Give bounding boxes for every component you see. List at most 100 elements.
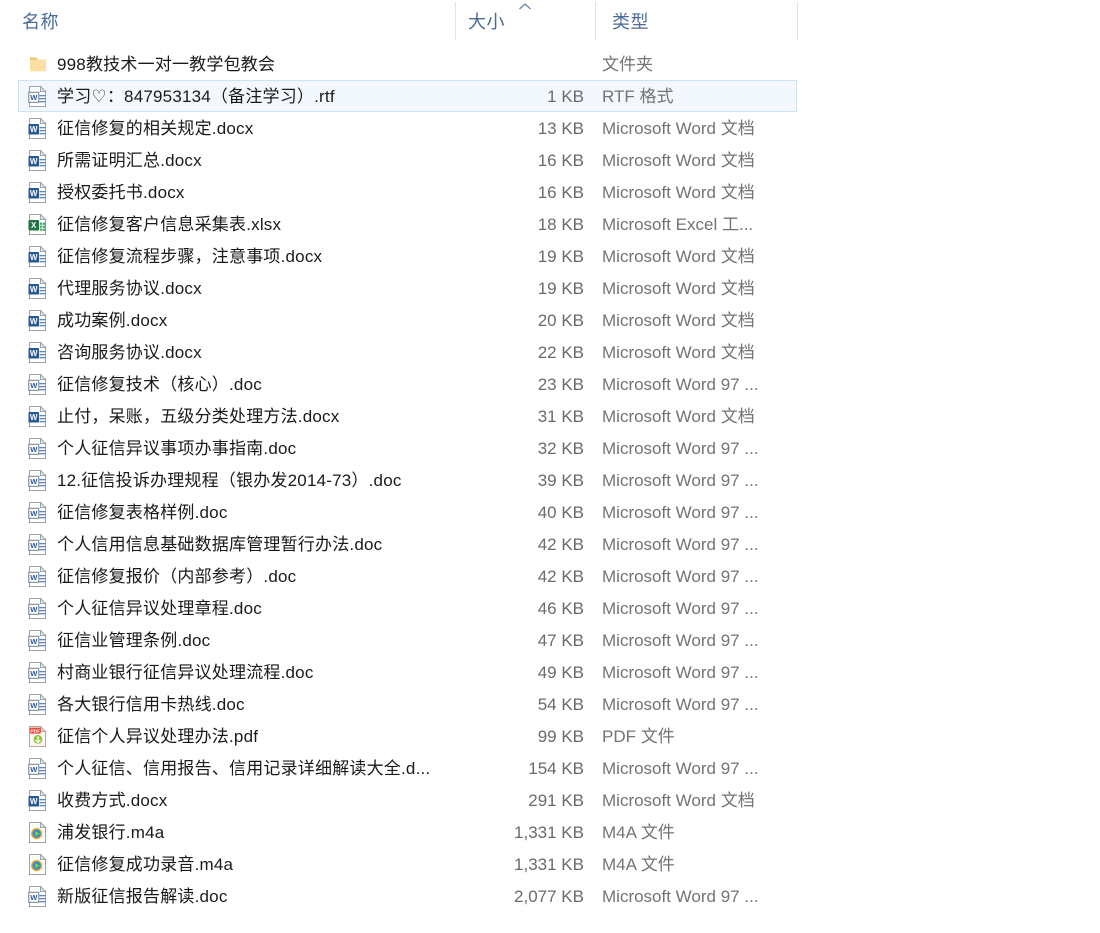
- file-row[interactable]: W 征信业管理条例.doc 47 KB Microsoft Word 97 ...: [18, 624, 797, 656]
- file-name: 各大银行信用卡热线.doc: [57, 695, 245, 714]
- file-name: 咨询服务协议.docx: [57, 343, 202, 362]
- folder-icon: [27, 53, 49, 75]
- file-name: 征信修复成功录音.m4a: [57, 855, 234, 874]
- file-size: 99 KB: [537, 727, 584, 746]
- file-size: 54 KB: [537, 695, 584, 714]
- file-size: 16 KB: [537, 151, 584, 170]
- file-size: [349, 49, 584, 81]
- file-row[interactable]: X 征信修复客户信息采集表.xlsx 18 KB Microsoft Excel 工.…: [18, 208, 797, 240]
- file-row[interactable]: W 授权委托书.docx 16 KB Microsoft Word 文档: [18, 176, 797, 208]
- word-doc-icon: W: [27, 533, 49, 555]
- word-doc-icon: W: [27, 661, 49, 683]
- file-name: 代理服务协议.docx: [57, 279, 202, 298]
- file-name: 征信修复流程步骤，注意事项.docx: [57, 247, 323, 266]
- word-doc-icon: W: [27, 85, 49, 107]
- word-doc-icon: W: [27, 757, 49, 779]
- file-size: 1,331 KB: [514, 823, 584, 842]
- file-row[interactable]: W 止付，呆账，五级分类处理方法.docx 31 KB Microsoft Word …: [18, 400, 797, 432]
- file-size: 19 KB: [537, 247, 584, 266]
- svg-text:W: W: [30, 637, 38, 646]
- file-row[interactable]: 998教技术一对一教学包教会 文件夹: [18, 48, 797, 80]
- word-docx-icon: W: [27, 245, 49, 267]
- svg-text:X: X: [31, 221, 37, 230]
- file-name: 征信修复的相关规定.docx: [57, 119, 254, 138]
- svg-text:W: W: [30, 413, 38, 422]
- file-row[interactable]: W 个人征信异议事项办事指南.doc 32 KB Microsoft Word 97 …: [18, 432, 797, 464]
- file-row[interactable]: W 征信修复技术（核心）.doc 23 KB Microsoft Word 97 ..…: [18, 368, 797, 400]
- file-name: 征信修复报价（内部参考）.doc: [57, 567, 297, 586]
- file-name: 所需证明汇总.docx: [57, 151, 202, 170]
- file-explorer-window: 名称 大小 类型 998教技术一对一教学包教会 文件夹 W 学习♡：847953134…: [0, 0, 1100, 933]
- file-row[interactable]: W 个人征信异议处理章程.doc 46 KB Microsoft Word 97 ..…: [18, 592, 797, 624]
- file-row[interactable]: W 12.征信投诉办理规程（银办发2014-73）.doc 39 KB Microso…: [18, 464, 797, 496]
- column-divider-type-end[interactable]: [797, 2, 798, 40]
- file-row[interactable]: 征信修复成功录音.m4a 1,331 KB M4A 文件: [18, 848, 797, 880]
- file-row[interactable]: W 征信修复流程步骤，注意事项.docx 19 KB Microsoft Word 文…: [18, 240, 797, 272]
- file-list: 998教技术一对一教学包教会 文件夹 W 学习♡：847953134（备注学习）.rt…: [0, 41, 1100, 912]
- file-row[interactable]: W 各大银行信用卡热线.doc 54 KB Microsoft Word 97 ...: [18, 688, 797, 720]
- file-size: 19 KB: [537, 279, 584, 298]
- svg-text:W: W: [30, 93, 38, 102]
- file-name: 授权委托书.docx: [57, 183, 185, 202]
- file-name: 征信修复客户信息采集表.xlsx: [57, 215, 282, 234]
- column-divider-size-type[interactable]: [595, 2, 596, 40]
- file-type: Microsoft Word 文档: [602, 279, 755, 298]
- file-type: Microsoft Word 97 ...: [602, 503, 759, 522]
- svg-text:W: W: [30, 189, 38, 198]
- word-doc-icon: W: [27, 469, 49, 491]
- svg-text:W: W: [30, 701, 38, 710]
- svg-text:W: W: [30, 477, 38, 486]
- media-icon: [27, 821, 49, 843]
- column-divider-name-size[interactable]: [455, 2, 456, 40]
- file-row[interactable]: PDF 征信个人异议处理办法.pdf 99 KB PDF 文件: [18, 720, 797, 752]
- file-type: Microsoft Word 文档: [602, 791, 755, 810]
- file-type: Microsoft Word 文档: [602, 119, 755, 138]
- column-header-type-label: 类型: [612, 11, 649, 32]
- file-type: Microsoft Word 文档: [602, 247, 755, 266]
- file-row[interactable]: W 征信修复报价（内部参考）.doc 42 KB Microsoft Word 97 …: [18, 560, 797, 592]
- file-type: Microsoft Word 97 ...: [602, 631, 759, 650]
- svg-text:W: W: [30, 349, 38, 358]
- file-size: 23 KB: [537, 375, 584, 394]
- svg-text:W: W: [30, 157, 38, 166]
- file-row[interactable]: W 村商业银行征信异议处理流程.doc 49 KB Microsoft Word 97…: [18, 656, 797, 688]
- file-row[interactable]: W 收费方式.docx 291 KB Microsoft Word 文档: [18, 784, 797, 816]
- file-size: 20 KB: [537, 311, 584, 330]
- file-row[interactable]: W 成功案例.docx 20 KB Microsoft Word 文档: [18, 304, 797, 336]
- file-type: Microsoft Word 文档: [602, 407, 755, 426]
- file-type: Microsoft Word 文档: [602, 311, 755, 330]
- file-row[interactable]: W 所需证明汇总.docx 16 KB Microsoft Word 文档: [18, 144, 797, 176]
- file-type: Microsoft Word 文档: [602, 151, 755, 170]
- pdf-icon: PDF: [27, 725, 49, 747]
- file-size: 154 KB: [528, 759, 584, 778]
- file-type: Microsoft Word 97 ...: [602, 471, 759, 490]
- file-row[interactable]: W 个人信用信息基础数据库管理暂行办法.doc 42 KB Microsoft Wor…: [18, 528, 797, 560]
- file-size: 2,077 KB: [514, 887, 584, 906]
- column-header-type[interactable]: 类型: [612, 0, 792, 41]
- file-row[interactable]: W 新版征信报告解读.doc 2,077 KB Microsoft Word 97 .…: [18, 880, 797, 912]
- word-docx-icon: W: [27, 309, 49, 331]
- word-doc-icon: W: [27, 693, 49, 715]
- file-row[interactable]: W 个人征信、信用报告、信用记录详细解读大全.d... 154 KB Microsof…: [18, 752, 797, 784]
- word-doc-icon: W: [27, 885, 49, 907]
- file-type: Microsoft Word 文档: [602, 183, 755, 202]
- column-header-name[interactable]: 名称: [22, 0, 442, 41]
- file-row[interactable]: W 代理服务协议.docx 19 KB Microsoft Word 文档: [18, 272, 797, 304]
- svg-text:W: W: [30, 125, 38, 134]
- file-row[interactable]: 浦发银行.m4a 1,331 KB M4A 文件: [18, 816, 797, 848]
- excel-icon: X: [27, 213, 49, 235]
- file-row[interactable]: W 学习♡：847953134（备注学习）.rtf 1 KB RTF 格式: [18, 80, 797, 112]
- word-doc-icon: W: [27, 373, 49, 395]
- file-size: 47 KB: [537, 631, 584, 650]
- word-docx-icon: W: [27, 149, 49, 171]
- svg-text:W: W: [30, 317, 38, 326]
- word-docx-icon: W: [27, 789, 49, 811]
- word-docx-icon: W: [27, 405, 49, 427]
- file-type: Microsoft Word 97 ...: [602, 663, 759, 682]
- file-row[interactable]: W 征信修复表格样例.doc 40 KB Microsoft Word 97 ...: [18, 496, 797, 528]
- svg-text:W: W: [30, 509, 38, 518]
- file-row[interactable]: W 征信修复的相关规定.docx 13 KB Microsoft Word 文档: [18, 112, 797, 144]
- file-name: 成功案例.docx: [57, 311, 168, 330]
- file-row[interactable]: W 咨询服务协议.docx 22 KB Microsoft Word 文档: [18, 336, 797, 368]
- file-size: 16 KB: [537, 183, 584, 202]
